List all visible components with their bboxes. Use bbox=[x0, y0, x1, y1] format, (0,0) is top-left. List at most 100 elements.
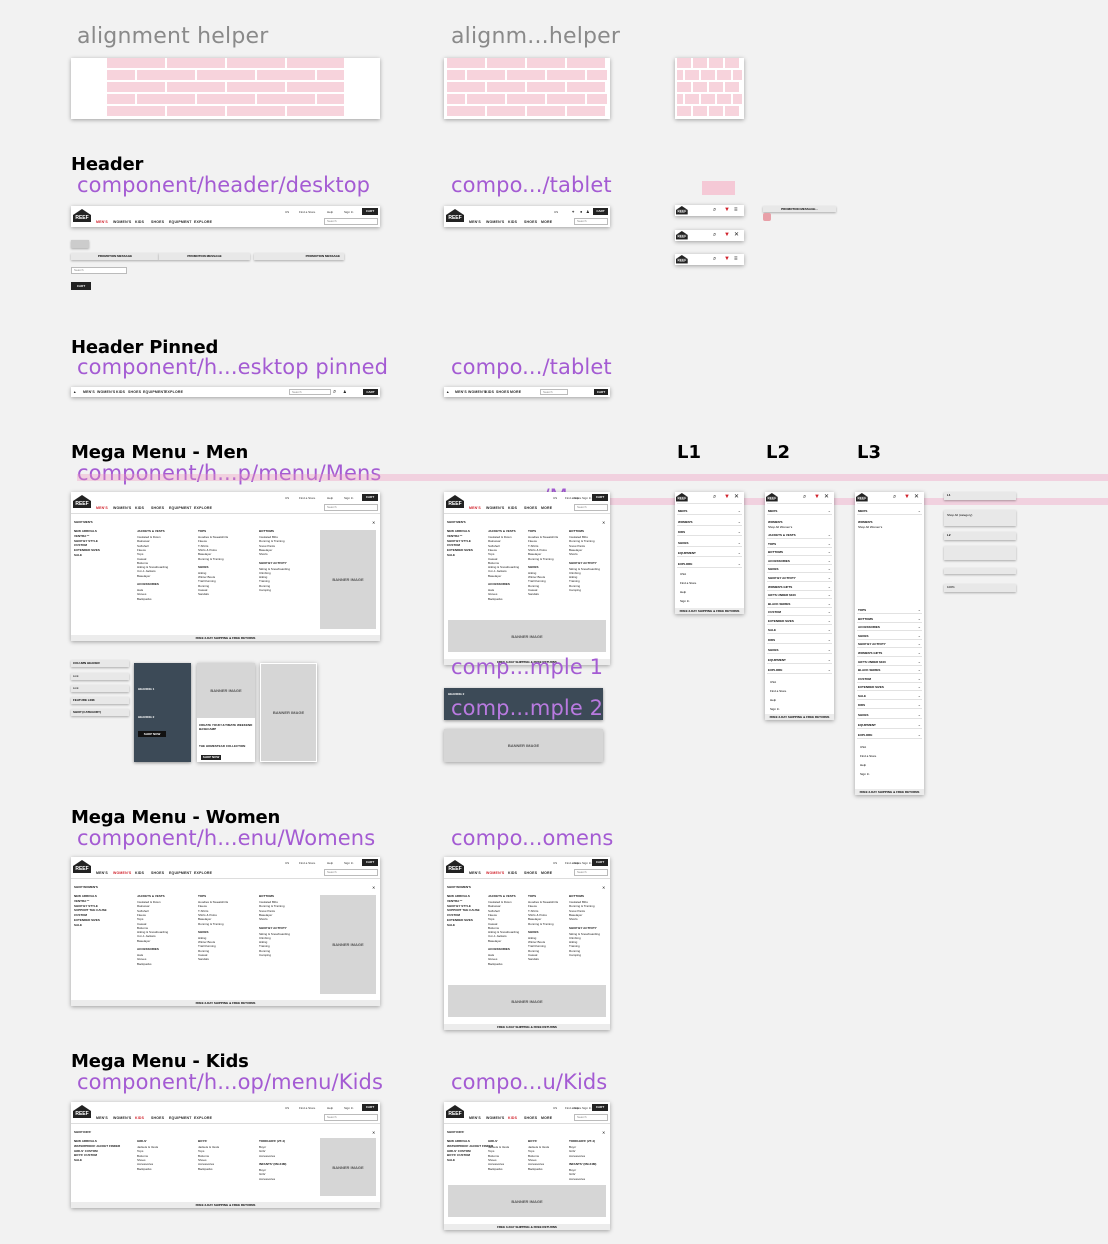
util-sign-in[interactable]: Sign In bbox=[344, 210, 353, 214]
chevron-down-icon[interactable]: ⌄ bbox=[828, 549, 831, 554]
featured-link[interactable]: SALE bbox=[74, 1158, 82, 1162]
reef-logo[interactable]: REEF bbox=[446, 495, 464, 509]
tablet-nav-womens[interactable]: WOMEN'S bbox=[486, 220, 504, 224]
mega-menu-kids-desktop[interactable]: REEF MEN'S WOMEN'S KIDS SHOES EQUIPMENT EXPLOR… bbox=[71, 1102, 380, 1208]
util-link[interactable]: Help bbox=[327, 496, 333, 500]
mega-menu-women-desktop[interactable]: REEF MEN'S WOMEN'S KIDS SHOES EQUIPMENT EXPLOR… bbox=[71, 857, 380, 1006]
menu-link[interactable]: Accessories bbox=[569, 1177, 585, 1181]
menu-link[interactable]: Baselayer bbox=[488, 939, 501, 943]
close-icon[interactable]: ✕ bbox=[734, 494, 739, 500]
pinned-user-icon[interactable]: ♟ bbox=[343, 389, 347, 395]
util-link[interactable]: USA bbox=[770, 680, 776, 684]
column-header[interactable]: TOPS bbox=[198, 894, 206, 898]
pinned-tablet-nav-mens[interactable]: MEN'S bbox=[455, 390, 467, 394]
promo-card-dark[interactable]: HEADING 1 HEADING 2 SHOP NOW bbox=[134, 663, 191, 762]
column-header[interactable]: GIRLS' bbox=[488, 1139, 498, 1143]
menu-link[interactable]: Running & Training bbox=[198, 922, 224, 926]
example2-banner-card[interactable]: BANNER IMAGE bbox=[444, 729, 603, 762]
util-link[interactable]: Find a Store bbox=[299, 861, 315, 865]
util-link[interactable]: Find a Store bbox=[770, 689, 786, 693]
nav-item[interactable]: MEN'S bbox=[96, 871, 108, 875]
close-icon[interactable]: ✕ bbox=[914, 494, 919, 500]
featured-link[interactable]: EXTENDED SIZES bbox=[447, 548, 473, 552]
pinned-tablet-search-input[interactable]: Search bbox=[540, 389, 568, 395]
pinned-nav-womens[interactable]: WOMEN'S bbox=[97, 390, 115, 394]
util-link[interactable]: Sign In bbox=[344, 861, 353, 865]
shop-all-link[interactable]: Shop All Women's bbox=[858, 525, 882, 529]
util-link[interactable]: Sign In bbox=[582, 496, 591, 500]
featured-link[interactable]: SHOP BY STYLE bbox=[447, 539, 471, 543]
menu-row-label[interactable]: BLACK SERIES bbox=[858, 668, 880, 672]
nav-explore[interactable]: EXPLORE bbox=[194, 220, 212, 224]
reef-logo[interactable]: REEF bbox=[446, 1105, 464, 1119]
nav-item[interactable]: MORE bbox=[541, 871, 552, 875]
chevron-down-icon[interactable]: ⌄ bbox=[828, 647, 831, 652]
featured-link[interactable]: SHOP BY STYLE bbox=[447, 904, 471, 908]
featured-link[interactable]: NEW ARRIVALS bbox=[74, 894, 97, 898]
menu-row-label[interactable]: ACCESSORIES bbox=[858, 625, 880, 629]
header-pinned-tablet[interactable]: ▲ MEN'S WOMEN'S KIDS SHOES MORE Search C… bbox=[444, 387, 610, 397]
nav-item[interactable]: MORE bbox=[541, 506, 552, 510]
menu-link[interactable]: Camping bbox=[569, 953, 581, 957]
cart-button[interactable]: CART bbox=[362, 208, 378, 215]
menu-row-label[interactable]: GIFTS UNDER $100 bbox=[858, 660, 886, 664]
chevron-down-icon[interactable]: ⌄ bbox=[738, 550, 741, 555]
chevron-down-icon[interactable]: ⌄ bbox=[828, 584, 831, 589]
util-link[interactable]: Help bbox=[770, 698, 776, 702]
nav-item[interactable]: EQUIPMENT bbox=[169, 871, 192, 875]
util-link[interactable]: Find a Store bbox=[299, 496, 315, 500]
chevron-down-icon[interactable]: ⌄ bbox=[828, 667, 831, 672]
menu-link[interactable]: Sandals bbox=[528, 592, 539, 596]
menu-row-label[interactable]: MEN'S bbox=[678, 509, 687, 513]
reef-logo[interactable]: REEF bbox=[73, 1105, 91, 1119]
promo-bar-3[interactable]: PROMOTION MESSAGE bbox=[254, 253, 344, 260]
promo-card-image[interactable]: BANNER IMAGE CREATE YOUR ULTIMATE WEEKEN… bbox=[197, 663, 255, 762]
search-input[interactable]: Search bbox=[574, 1114, 608, 1121]
nav-item[interactable]: WOMEN'S bbox=[486, 506, 504, 510]
column-header[interactable]: SHOES bbox=[198, 930, 209, 934]
column-header[interactable]: ACCESSORIES bbox=[488, 947, 510, 951]
menu-row-label[interactable]: WOMEN'S bbox=[858, 520, 873, 524]
reef-logo-mobile-2[interactable]: REEF bbox=[676, 231, 688, 240]
menu-row-label[interactable]: SHOP BY ACTIVITY bbox=[858, 642, 886, 646]
nav-item[interactable]: WOMEN'S bbox=[113, 1116, 131, 1120]
search-input[interactable]: Search bbox=[324, 504, 378, 511]
chevron-down-icon[interactable]: ⌄ bbox=[918, 607, 921, 612]
menu-row-label[interactable]: SHOES bbox=[858, 713, 869, 717]
promo-card-banner[interactable]: BANNER IMAGE bbox=[260, 663, 317, 762]
pinned-tablet-logo-mark[interactable]: ▲ bbox=[446, 390, 450, 394]
featured-link[interactable]: VENTRA™ bbox=[74, 899, 89, 903]
util-link[interactable]: US bbox=[553, 496, 557, 500]
comp-blank-row-2[interactable] bbox=[944, 568, 1016, 574]
tablet-nav-shoes[interactable]: SHOES bbox=[524, 220, 537, 224]
chevron-down-icon[interactable]: ⌄ bbox=[738, 561, 741, 566]
mobile-menu-components[interactable]: L1 Shop All (category) L2 100% bbox=[944, 492, 1016, 592]
menu-row-label[interactable]: GIFTS UNDER $100 bbox=[768, 593, 796, 597]
menu-link[interactable]: Running & Training bbox=[528, 557, 554, 561]
util-help[interactable]: Help bbox=[327, 210, 333, 214]
tablet-nav-kids[interactable]: KIDS bbox=[508, 220, 517, 224]
column-header[interactable]: INFANTS' (0M-24M) bbox=[259, 1162, 286, 1166]
comp-shop-all-row[interactable]: Shop All (category) bbox=[944, 510, 1016, 526]
util-link[interactable]: Help bbox=[573, 496, 579, 500]
kids-tablet-path[interactable]: compo...u/Kids bbox=[451, 1070, 607, 1094]
shop-all-link[interactable]: Shop All Women's bbox=[768, 525, 792, 529]
close-icon[interactable]: ✕ bbox=[602, 520, 605, 526]
link-pill-2[interactable]: Link bbox=[71, 685, 129, 692]
featured-link[interactable]: VENTRA™ bbox=[447, 899, 462, 903]
menu-link[interactable]: Backpacks bbox=[488, 962, 503, 966]
util-link[interactable]: Sign In bbox=[344, 496, 353, 500]
nav-equipment[interactable]: EQUIPMENT bbox=[169, 220, 192, 224]
nav-item[interactable]: KIDS bbox=[508, 871, 517, 875]
featured-link[interactable]: CUSTOM bbox=[447, 913, 460, 917]
card-shop-now-button-2[interactable]: SHOP NOW bbox=[201, 755, 221, 760]
promo-bar-1[interactable]: PROMOTION MESSAGE bbox=[71, 253, 159, 260]
alignment-grid-tablet[interactable] bbox=[444, 58, 610, 119]
menu-link[interactable]: Backpacks bbox=[198, 1167, 213, 1171]
menu-column-components[interactable]: COLUMN HEADER Link Link FEATURE LINK SHO… bbox=[71, 660, 129, 718]
pinned-tablet-nav-shoes[interactable]: SHOES bbox=[496, 390, 509, 394]
nav-item[interactable]: SHOES bbox=[151, 1116, 164, 1120]
featured-link[interactable]: NEW ARRIVALS bbox=[74, 529, 97, 533]
menu-row-label[interactable]: BLACK SERIES bbox=[768, 602, 790, 606]
chevron-down-icon[interactable]: ⌄ bbox=[918, 659, 921, 664]
